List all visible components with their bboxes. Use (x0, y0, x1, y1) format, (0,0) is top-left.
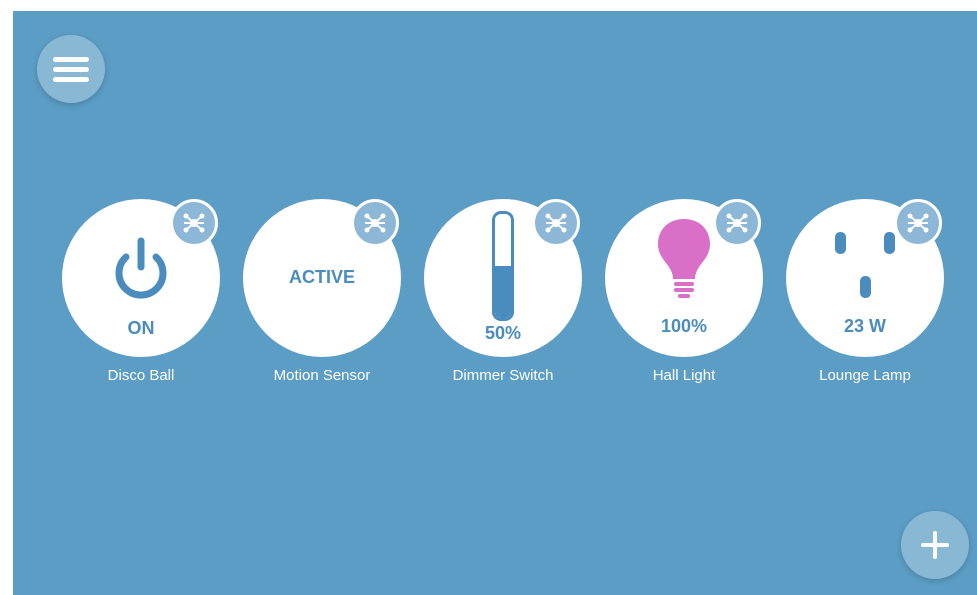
dimmer-slider[interactable] (492, 211, 514, 321)
menu-button[interactable] (37, 35, 105, 103)
hub-button[interactable] (894, 199, 942, 247)
hub-button[interactable] (170, 199, 218, 247)
power-icon (115, 237, 167, 299)
device-tile-lounge-lamp: 23 W Lounge Lamp (786, 199, 946, 399)
outlet-slot-right (884, 232, 895, 254)
device-tile-motion-sensor: ACTIVE Motion Sensor (243, 199, 403, 399)
device-value: 50% (484, 323, 522, 343)
outlet-slot-left (835, 232, 846, 254)
menu-bar-middle (53, 67, 89, 72)
device-name: Hall Light (652, 367, 716, 384)
hub-button[interactable] (713, 199, 761, 247)
hub-network-icon (907, 213, 929, 233)
device-state: ACTIVE (288, 267, 355, 287)
device-name: Disco Ball (107, 367, 175, 384)
hub-network-icon (545, 213, 567, 233)
device-tile-disco-ball: ON Disco Ball (62, 199, 222, 399)
device-value: 100% (660, 316, 708, 336)
hub-network-icon (364, 213, 386, 233)
plus-icon-vertical (933, 531, 937, 559)
menu-bar-bottom (53, 77, 89, 82)
device-state: ON (127, 318, 155, 338)
hamburger-menu-icon (53, 57, 89, 62)
app-canvas: ON Disco Ball ACTIVE Motion Sensor 50% D… (13, 11, 977, 595)
device-name: Motion Sensor (273, 367, 371, 384)
hub-button[interactable] (532, 199, 580, 247)
device-name: Dimmer Switch (452, 367, 554, 384)
hub-network-icon (726, 213, 748, 233)
hub-network-icon (183, 213, 205, 233)
device-value: 23 W (843, 316, 886, 336)
device-tile-dimmer-switch: 50% Dimmer Switch (424, 199, 584, 399)
outlet-slot-ground (860, 276, 871, 298)
dimmer-level-fill (495, 266, 511, 318)
hub-button[interactable] (351, 199, 399, 247)
device-name: Lounge Lamp (819, 367, 911, 384)
device-tile-hall-light: 100% Hall Light (605, 199, 765, 399)
lightbulb-icon (658, 219, 710, 298)
add-device-button[interactable] (901, 511, 969, 579)
